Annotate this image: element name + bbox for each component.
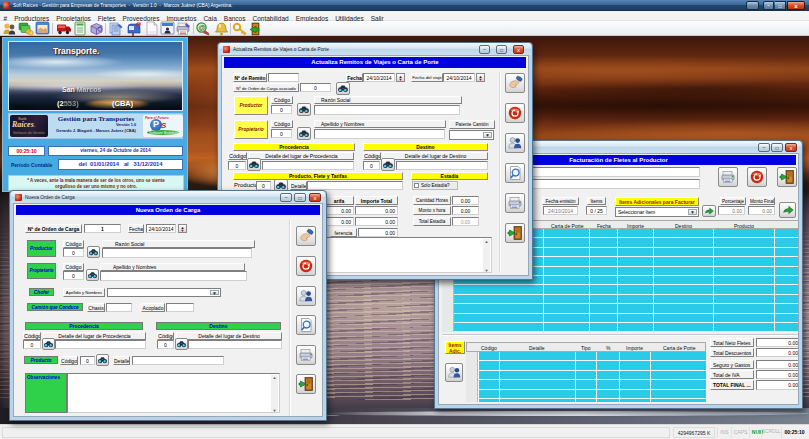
svg-text:@: @	[199, 24, 206, 31]
